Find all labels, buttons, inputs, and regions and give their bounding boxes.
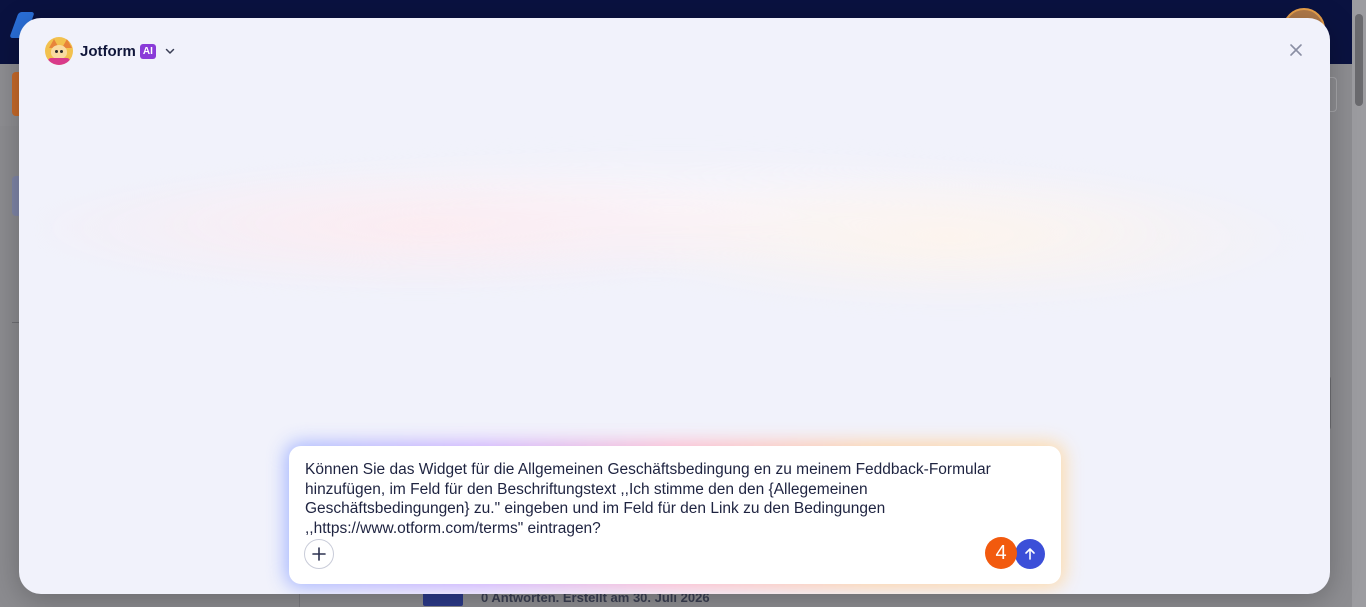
arrow-up-icon [1025,548,1035,560]
ai-agent-modal: Jotform AI Können Sie das Widget für die… [19,18,1330,594]
chat-input[interactable]: Können Sie das Widget für die Allgemeine… [289,446,1061,584]
jotform-ai-avatar-icon [45,37,73,65]
page-scrollbar-thumb[interactable] [1355,14,1363,106]
step-badge: 4 [985,537,1017,569]
ai-badge: AI [139,43,156,59]
ambient-glow [39,128,1309,328]
plus-icon [312,547,326,561]
attach-button[interactable] [304,539,334,569]
chat-input-text[interactable]: Können Sie das Widget für die Allgemeine… [305,460,1027,538]
brand-switcher[interactable]: Jotform AI [45,37,176,65]
chevron-down-icon[interactable] [164,45,176,57]
close-icon[interactable] [1287,41,1305,59]
send-button[interactable] [1015,539,1045,569]
brand-name: Jotform [80,42,136,60]
